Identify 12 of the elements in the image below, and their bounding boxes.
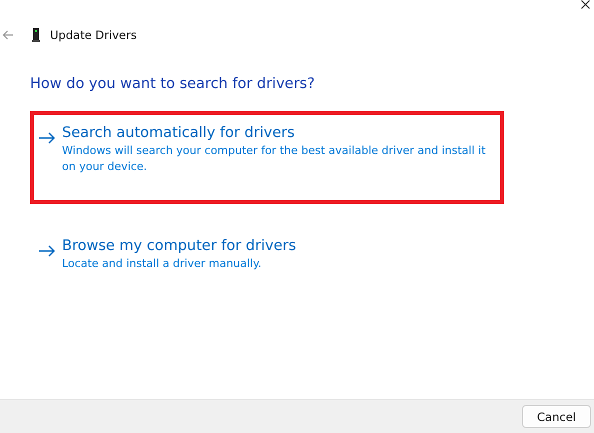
option-description: Locate and install a driver manually. — [62, 256, 262, 272]
window-title: Update Drivers — [50, 28, 137, 42]
device-icon — [32, 28, 40, 42]
arrow-icon[interactable] — [38, 132, 56, 144]
heading: How do you want to search for drivers? — [30, 76, 316, 92]
cancel-button[interactable]: Cancel — [522, 405, 591, 428]
close-icon[interactable] — [581, 0, 590, 9]
back-icon[interactable] — [2, 30, 14, 40]
option-link[interactable]: Search automatically for drivers — [62, 125, 500, 141]
option-link[interactable]: Browse my computer for drivers — [62, 238, 296, 254]
option-description: Windows will search your computer for the best available driver and install it on your device. — [62, 143, 487, 175]
arrow-icon[interactable] — [38, 245, 56, 257]
